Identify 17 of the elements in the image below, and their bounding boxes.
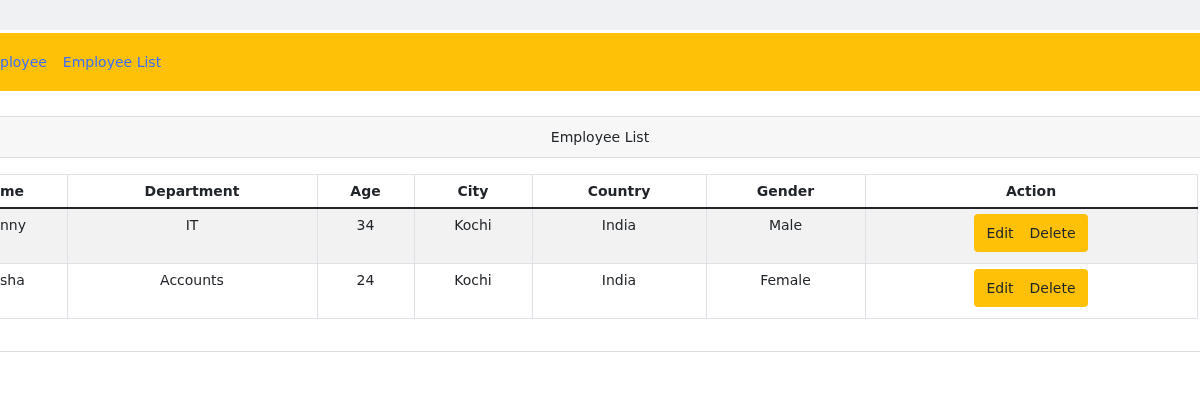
edit-button[interactable]: Edit (974, 269, 1022, 307)
table-cell: IT (67, 208, 317, 264)
table-cell: 24 (317, 263, 414, 319)
table-cell: India (532, 263, 706, 319)
delete-button[interactable]: Delete (1021, 269, 1088, 307)
card-title: Employee List (550, 129, 650, 145)
table-cell: Accounts (67, 263, 317, 319)
table-cell: nny (0, 208, 67, 264)
delete-button[interactable]: Delete (1021, 214, 1088, 252)
table-cell: Kochi (414, 263, 532, 319)
table-cell: Kochi (414, 208, 532, 264)
table-cell: Male (706, 208, 865, 264)
table-cell: sha (0, 263, 67, 319)
table-cell: India (532, 208, 706, 264)
edit-button[interactable]: Edit (974, 214, 1022, 252)
table-cell: Female (706, 263, 865, 319)
table-cell: 34 (317, 208, 414, 264)
